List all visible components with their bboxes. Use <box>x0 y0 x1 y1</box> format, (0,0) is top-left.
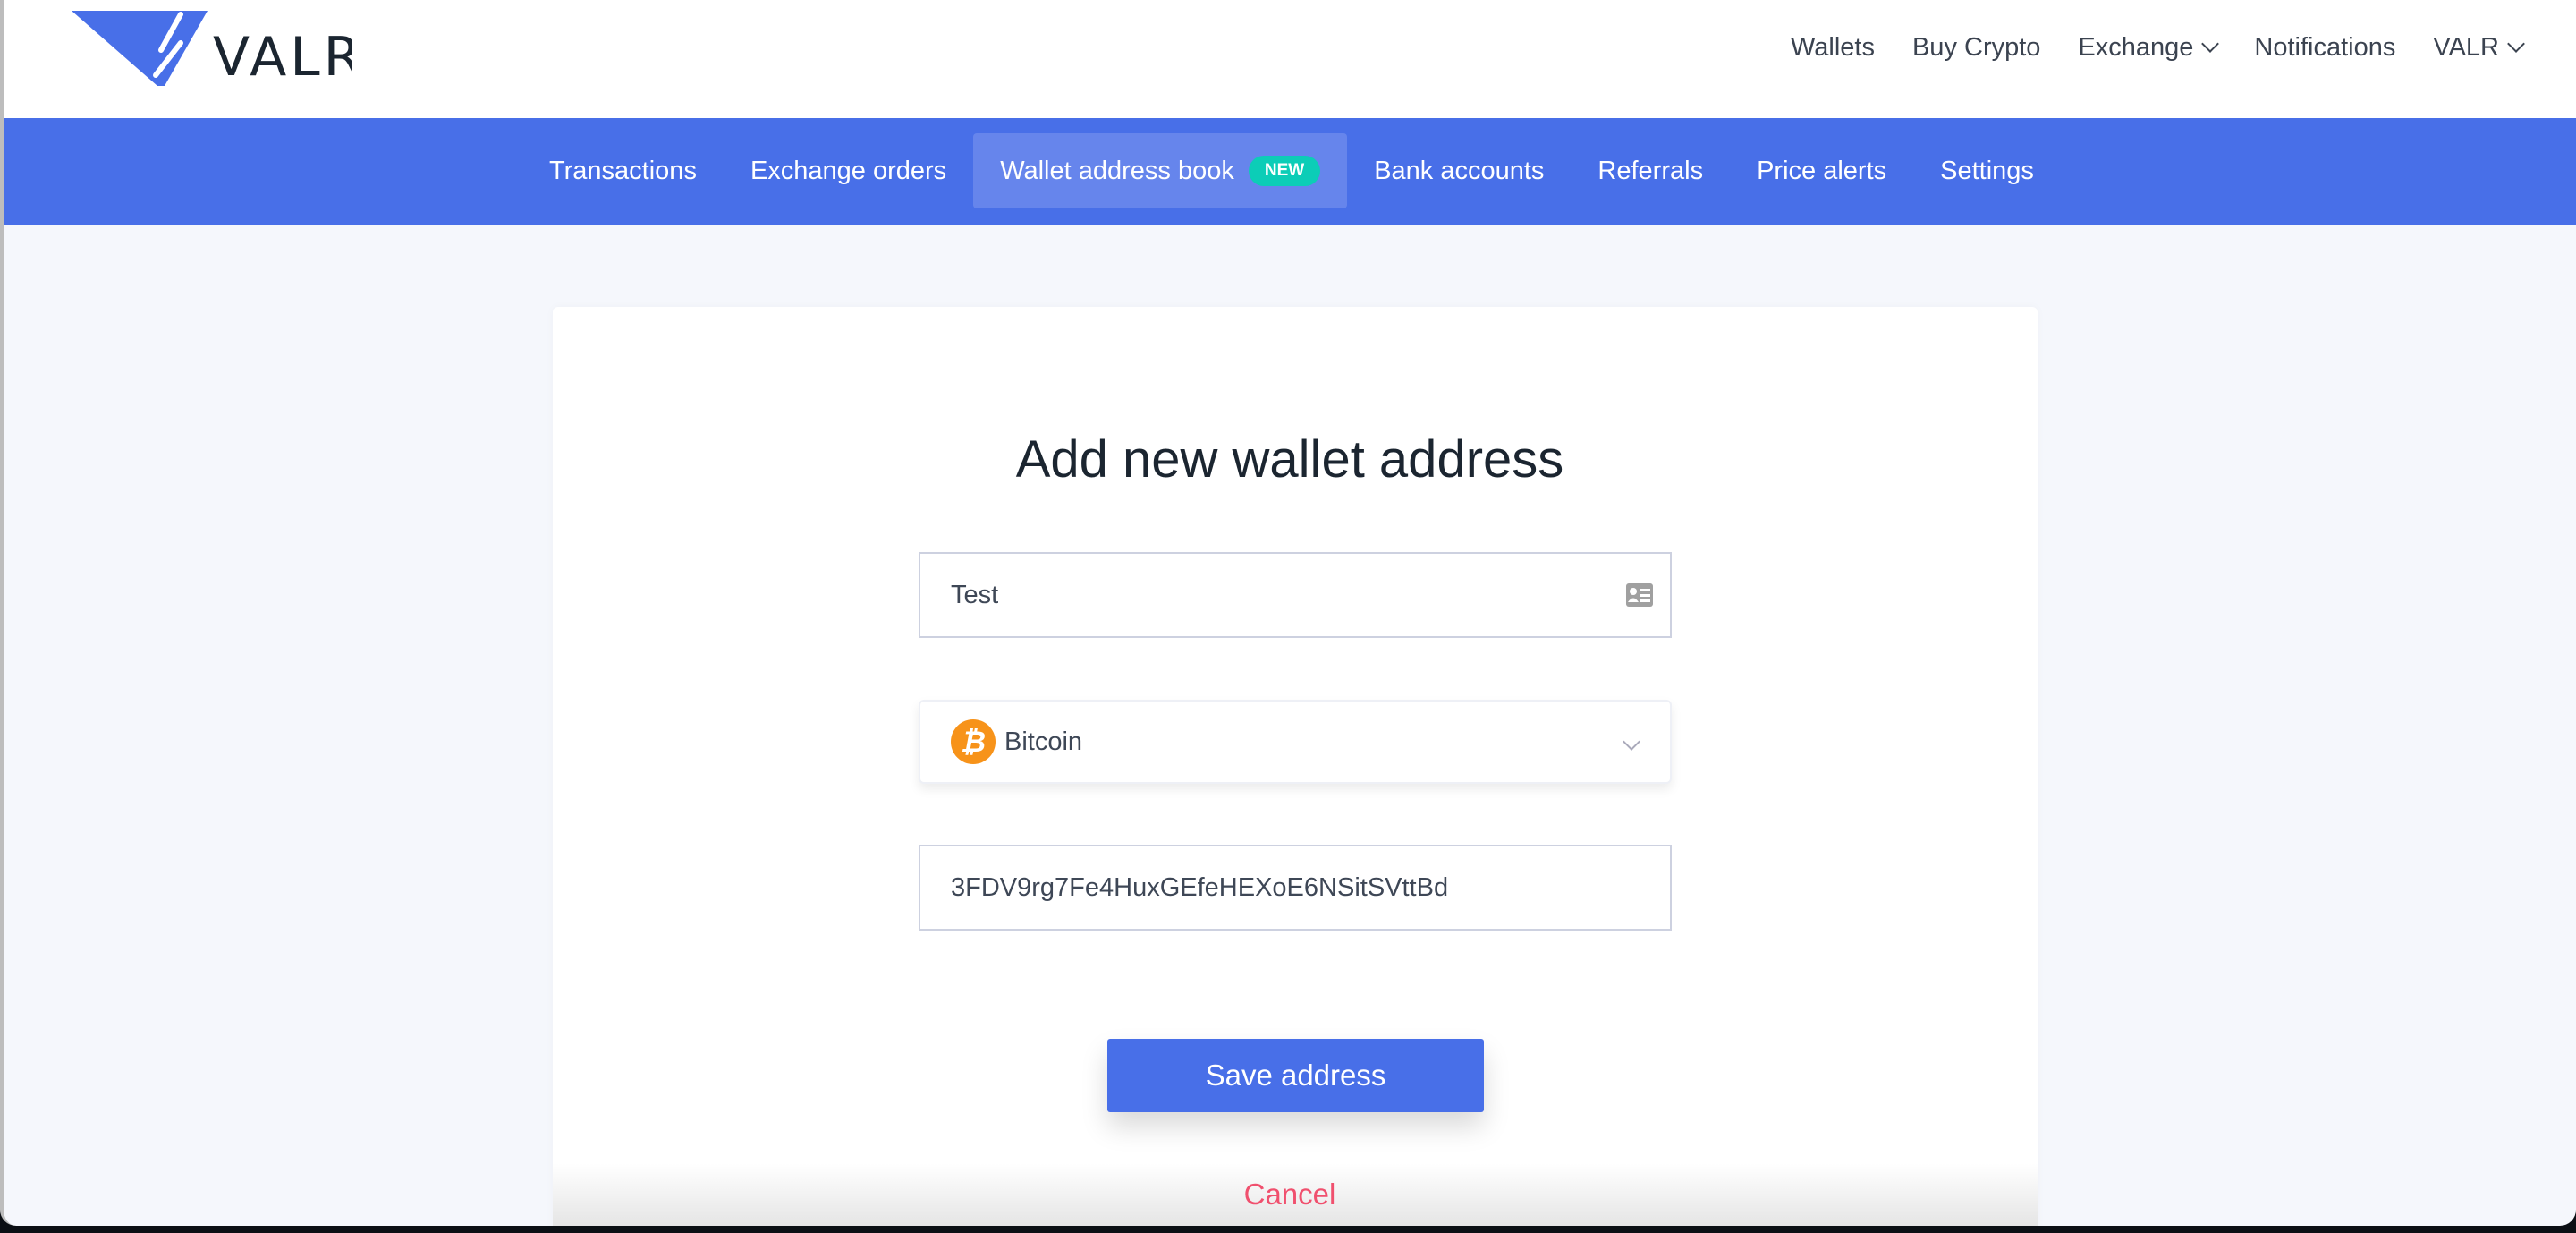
chevron-down-icon <box>1623 733 1640 751</box>
bitcoin-icon: ₿ <box>951 719 996 764</box>
top-nav: Wallets Buy Crypto Exchange Notification… <box>1791 25 2525 70</box>
currency-select[interactable]: ₿ Bitcoin <box>919 700 1672 784</box>
contact-card-icon <box>1625 582 1654 615</box>
nav-notifications[interactable]: Notifications <box>2254 33 2395 63</box>
cancel-link[interactable]: Cancel <box>4 1178 2576 1212</box>
header: VALR Wallets Buy Crypto Exchange Notific… <box>4 0 2576 118</box>
nav-exchange[interactable]: Exchange <box>2078 33 2220 63</box>
valr-logo[interactable]: VALR <box>66 7 360 92</box>
account-subnav: Transactions Exchange orders Wallet addr… <box>4 118 2576 225</box>
nav-account-menu[interactable]: VALR <box>2433 33 2525 63</box>
page-title: Add new wallet address <box>1015 430 1564 489</box>
chevron-down-icon <box>2507 35 2525 53</box>
tab-bank-accounts[interactable]: Bank accounts <box>1347 133 1571 208</box>
svg-text:VALR: VALR <box>213 26 352 88</box>
chevron-down-icon <box>2201 35 2220 53</box>
wallet-address-input[interactable]: 3FDV9rg7Fe4HuxGEfeHEXoE6NSitSVttBd <box>919 845 1672 931</box>
tab-referrals[interactable]: Referrals <box>1571 133 1730 208</box>
save-address-button[interactable]: Save address <box>1107 1039 1484 1112</box>
new-badge: NEW <box>1248 156 1321 186</box>
nav-wallets[interactable]: Wallets <box>1791 33 1875 63</box>
tab-price-alerts[interactable]: Price alerts <box>1730 133 1913 208</box>
address-label-input[interactable]: Test <box>919 552 1672 638</box>
tab-exchange-orders[interactable]: Exchange orders <box>724 133 973 208</box>
tab-wallet-address-book[interactable]: Wallet address book NEW <box>973 133 1348 208</box>
tab-settings[interactable]: Settings <box>1913 133 2061 208</box>
nav-buy-crypto[interactable]: Buy Crypto <box>1912 33 2040 63</box>
browser-window: VALR Wallets Buy Crypto Exchange Notific… <box>0 0 2576 1226</box>
tab-transactions[interactable]: Transactions <box>522 133 724 208</box>
